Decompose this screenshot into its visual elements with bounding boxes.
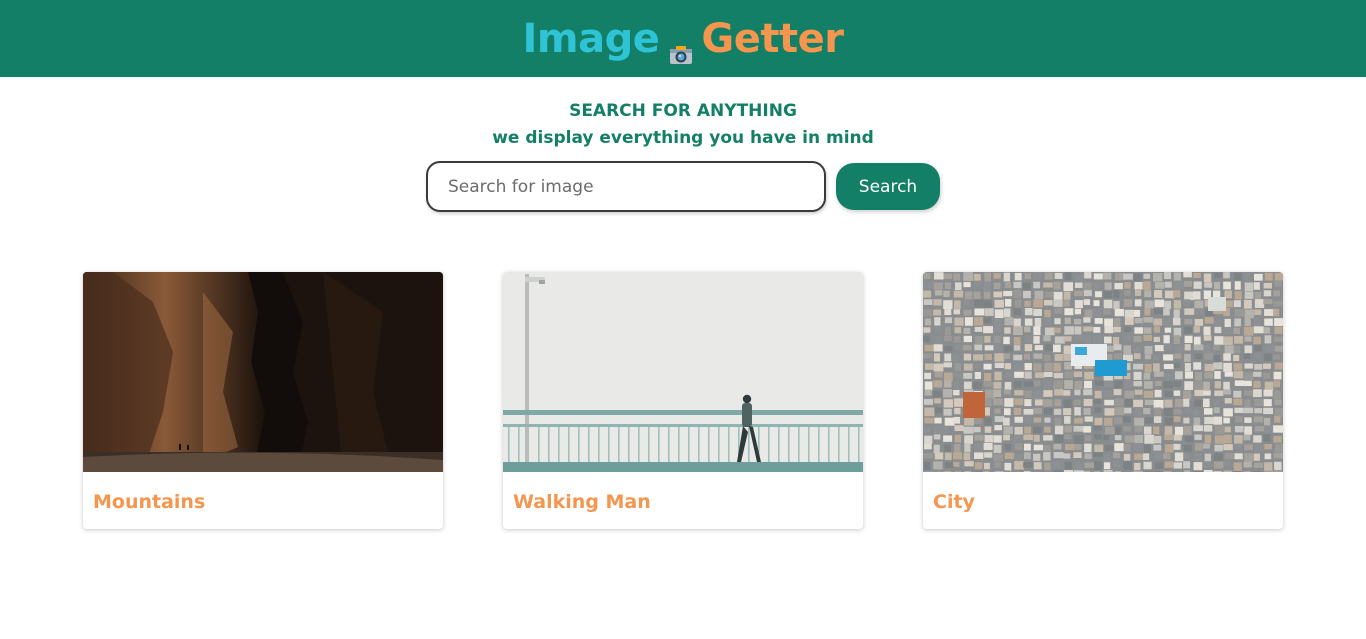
result-card-walking-man[interactable]: Walking Man [503, 272, 863, 529]
tagline-subheading: we display everything you have in mind [492, 128, 874, 148]
result-card-mountains[interactable]: Mountains [83, 272, 443, 529]
result-image-walking-man[interactable] [503, 272, 863, 472]
result-title: Mountains [93, 491, 206, 513]
result-image-city[interactable] [923, 272, 1283, 472]
app-header: Image Getter [0, 0, 1366, 77]
tagline: SEARCH FOR ANYTHING we display everythin… [0, 100, 1366, 154]
search-button[interactable]: Search [836, 163, 940, 210]
result-image-mountains[interactable] [83, 272, 443, 472]
result-card-city[interactable]: City [923, 272, 1283, 529]
logo-text-image: Image [522, 15, 660, 62]
search-input[interactable] [426, 161, 826, 212]
tagline-heading: SEARCH FOR ANYTHING [569, 101, 797, 121]
camera-icon [669, 29, 693, 64]
logo-text-getter: Getter [701, 15, 844, 62]
result-title: City [933, 491, 975, 513]
result-title: Walking Man [513, 491, 651, 513]
app-logo: Image Getter [522, 15, 844, 64]
